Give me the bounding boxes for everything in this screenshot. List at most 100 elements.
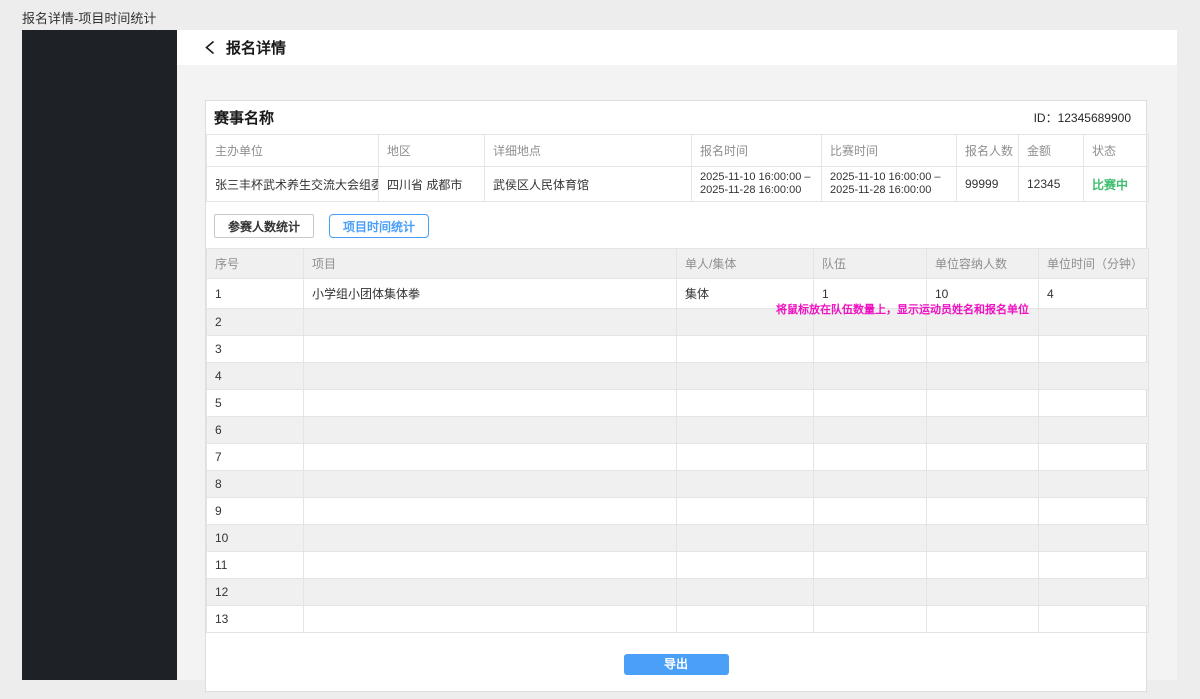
col-project: 项目 [304, 249, 677, 279]
table-row: 10 [207, 525, 1149, 552]
table-row: 1 小学组小团体集体拳 集体 1 10 4 [207, 279, 1149, 309]
cell-unit-minutes [1039, 471, 1149, 498]
cell-unit-capacity [927, 336, 1039, 363]
cell-unit-minutes [1039, 336, 1149, 363]
page-header: 报名详情 [177, 30, 1177, 65]
cell-venue: 武侯区人民体育馆 [485, 167, 692, 202]
table-row: 11 [207, 552, 1149, 579]
col-unit-minutes: 单位时间（分钟） [1039, 249, 1149, 279]
cell-unit-capacity [927, 363, 1039, 390]
event-card-header: 赛事名称 ID：12345689900 [206, 101, 1146, 134]
cell-seq: 7 [207, 444, 304, 471]
cell-unit-minutes [1039, 363, 1149, 390]
table-row: 8 [207, 471, 1149, 498]
table-row: 12 [207, 579, 1149, 606]
cell-project [304, 552, 677, 579]
cell-organizer: 张三丰杯武术养生交流大会组委会 [207, 167, 379, 202]
cell-project [304, 309, 677, 336]
cell-teams [814, 498, 927, 525]
cell-solo-group [677, 390, 814, 417]
cell-solo-group [677, 417, 814, 444]
cell-unit-minutes [1039, 417, 1149, 444]
sidebar [22, 30, 177, 680]
col-region: 地区 [379, 135, 485, 167]
cell-solo-group [677, 606, 814, 633]
table-row: 13 [207, 606, 1149, 633]
cell-teams [814, 606, 927, 633]
event-id-label: ID： [1034, 111, 1058, 125]
cell-teams [814, 552, 927, 579]
cell-unit-minutes [1039, 606, 1149, 633]
cell-teams [814, 525, 927, 552]
info-table-header-row: 主办单位 地区 详细地点 报名时间 比赛时间 报名人数 金额 状态 [207, 135, 1149, 167]
cell-seq: 1 [207, 279, 304, 309]
event-id-value: 12345689900 [1058, 111, 1131, 125]
cell-teams [814, 579, 927, 606]
cell-seq: 2 [207, 309, 304, 336]
cell-unit-capacity [927, 417, 1039, 444]
cell-teams [814, 336, 927, 363]
cell-unit-minutes [1039, 552, 1149, 579]
cell-solo-group: 集体 [677, 279, 814, 309]
col-match-time: 比赛时间 [822, 135, 957, 167]
stat-tabs: 参赛人数统计 项目时间统计 [214, 214, 1146, 238]
cell-solo-group [677, 552, 814, 579]
cell-project [304, 444, 677, 471]
chevron-left-icon [204, 40, 215, 55]
cell-unit-capacity: 10 [927, 279, 1039, 309]
project-time-table: 序号 项目 单人/集体 队伍 单位容纳人数 单位时间（分钟） 1 小学组小团体集… [206, 248, 1149, 633]
cell-unit-minutes [1039, 579, 1149, 606]
cell-unit-minutes [1039, 390, 1149, 417]
cell-solo-group [677, 363, 814, 390]
col-signup-count: 报名人数 [957, 135, 1019, 167]
cell-seq: 3 [207, 336, 304, 363]
cell-solo-group [677, 579, 814, 606]
cell-unit-capacity [927, 309, 1039, 336]
cell-project [304, 390, 677, 417]
table-row: 3 [207, 336, 1149, 363]
cell-teams [814, 417, 927, 444]
event-card: 赛事名称 ID：12345689900 主办单位 地区 详细地点 报名时间 比赛… [205, 100, 1147, 692]
cell-seq: 4 [207, 363, 304, 390]
main-area: 报名详情 赛事名称 ID：12345689900 主办单位 地区 详细地点 报名… [177, 30, 1177, 680]
col-organizer: 主办单位 [207, 135, 379, 167]
table-row: 9 [207, 498, 1149, 525]
table-row: 2 [207, 309, 1149, 336]
export-button[interactable]: 导出 [624, 654, 729, 675]
cell-solo-group [677, 471, 814, 498]
tab-participant-count-stats[interactable]: 参赛人数统计 [214, 214, 314, 238]
cell-teams [814, 471, 927, 498]
table-row: 7 [207, 444, 1149, 471]
col-solo-group: 单人/集体 [677, 249, 814, 279]
col-unit-capacity: 单位容纳人数 [927, 249, 1039, 279]
cell-teams [814, 390, 927, 417]
col-venue: 详细地点 [485, 135, 692, 167]
col-signup-time: 报名时间 [692, 135, 822, 167]
cell-solo-group [677, 336, 814, 363]
table-row: 6 [207, 417, 1149, 444]
col-amount: 金额 [1019, 135, 1084, 167]
cell-seq: 5 [207, 390, 304, 417]
col-teams: 队伍 [814, 249, 927, 279]
cell-region: 四川省 成都市 [379, 167, 485, 202]
cell-project [304, 579, 677, 606]
page-title: 报名详情 [226, 37, 286, 58]
cell-teams [814, 363, 927, 390]
tab-project-time-stats[interactable]: 项目时间统计 [329, 214, 429, 238]
cell-project [304, 363, 677, 390]
cell-project: 小学组小团体集体拳 [304, 279, 677, 309]
cell-unit-minutes [1039, 525, 1149, 552]
cell-solo-group [677, 444, 814, 471]
cell-teams[interactable]: 1 [814, 279, 927, 309]
cell-unit-capacity [927, 390, 1039, 417]
cell-solo-group [677, 525, 814, 552]
project-time-table-wrap: 序号 项目 单人/集体 队伍 单位容纳人数 单位时间（分钟） 1 小学组小团体集… [206, 248, 1146, 633]
cell-project [304, 471, 677, 498]
back-button[interactable] [204, 40, 215, 55]
cell-teams [814, 309, 927, 336]
cell-unit-capacity [927, 471, 1039, 498]
cell-solo-group [677, 498, 814, 525]
cell-project [304, 336, 677, 363]
col-status: 状态 [1084, 135, 1149, 167]
cell-match-time: 2025-11-10 16:00:00 – 2025-11-28 16:00:0… [822, 167, 957, 202]
